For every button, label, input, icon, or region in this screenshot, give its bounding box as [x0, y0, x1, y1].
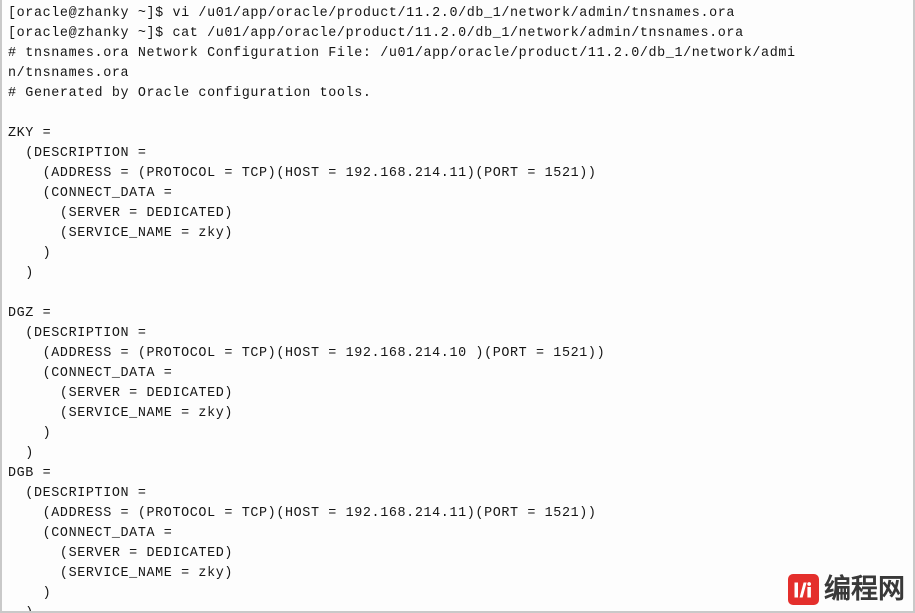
- terminal-line: (DESCRIPTION =: [8, 486, 147, 501]
- terminal-line: ): [8, 266, 34, 281]
- terminal-line: ): [8, 604, 913, 611]
- terminal-line: ): [8, 586, 52, 601]
- terminal-line: (SERVER = DEDICATED): [8, 206, 234, 221]
- terminal-line: (ADDRESS = (PROTOCOL = TCP)(HOST = 192.1…: [8, 506, 597, 521]
- terminal-line: ): [8, 426, 52, 441]
- terminal-line: (CONNECT_DATA =: [8, 186, 173, 201]
- watermark-text: 编程网: [824, 574, 905, 605]
- terminal-line: (CONNECT_DATA =: [8, 526, 173, 541]
- terminal-line: (DESCRIPTION =: [8, 326, 147, 341]
- terminal-line: ): [8, 446, 34, 461]
- terminal-line: ZKY =: [8, 126, 52, 141]
- terminal-line: [oracle@zhanky ~]$ cat /u01/app/oracle/p…: [8, 26, 744, 41]
- terminal-line: (SERVICE_NAME = zky): [8, 406, 234, 421]
- terminal-line: (ADDRESS = (PROTOCOL = TCP)(HOST = 192.1…: [8, 166, 597, 181]
- terminal-line: (ADDRESS = (PROTOCOL = TCP)(HOST = 192.1…: [8, 346, 606, 361]
- terminal-line: (SERVICE_NAME = zky): [8, 226, 234, 241]
- terminal-line: ): [8, 246, 52, 261]
- terminal-line: (SERVER = DEDICATED): [8, 386, 234, 401]
- terminal-line: DGZ =: [8, 306, 52, 321]
- terminal-line: DGB =: [8, 466, 52, 481]
- terminal-line: # tnsnames.ora Network Configuration Fil…: [8, 46, 796, 61]
- terminal-line: (SERVER = DEDICATED): [8, 546, 234, 561]
- terminal-screen[interactable]: [oracle@zhanky ~]$ vi /u01/app/oracle/pr…: [2, 0, 913, 611]
- terminal-window: [oracle@zhanky ~]$ vi /u01/app/oracle/pr…: [0, 0, 915, 613]
- terminal-line: n/tnsnames.ora: [8, 66, 130, 81]
- terminal-line: # Generated by Oracle configuration tool…: [8, 86, 372, 101]
- watermark: 编程网: [788, 574, 905, 605]
- terminal-line: [oracle@zhanky ~]$ vi /u01/app/oracle/pr…: [8, 6, 736, 21]
- terminal-line: (SERVICE_NAME = zky): [8, 566, 234, 581]
- terminal-line: (CONNECT_DATA =: [8, 366, 173, 381]
- watermark-logo-icon: [788, 574, 819, 605]
- terminal-line: (DESCRIPTION =: [8, 146, 147, 161]
